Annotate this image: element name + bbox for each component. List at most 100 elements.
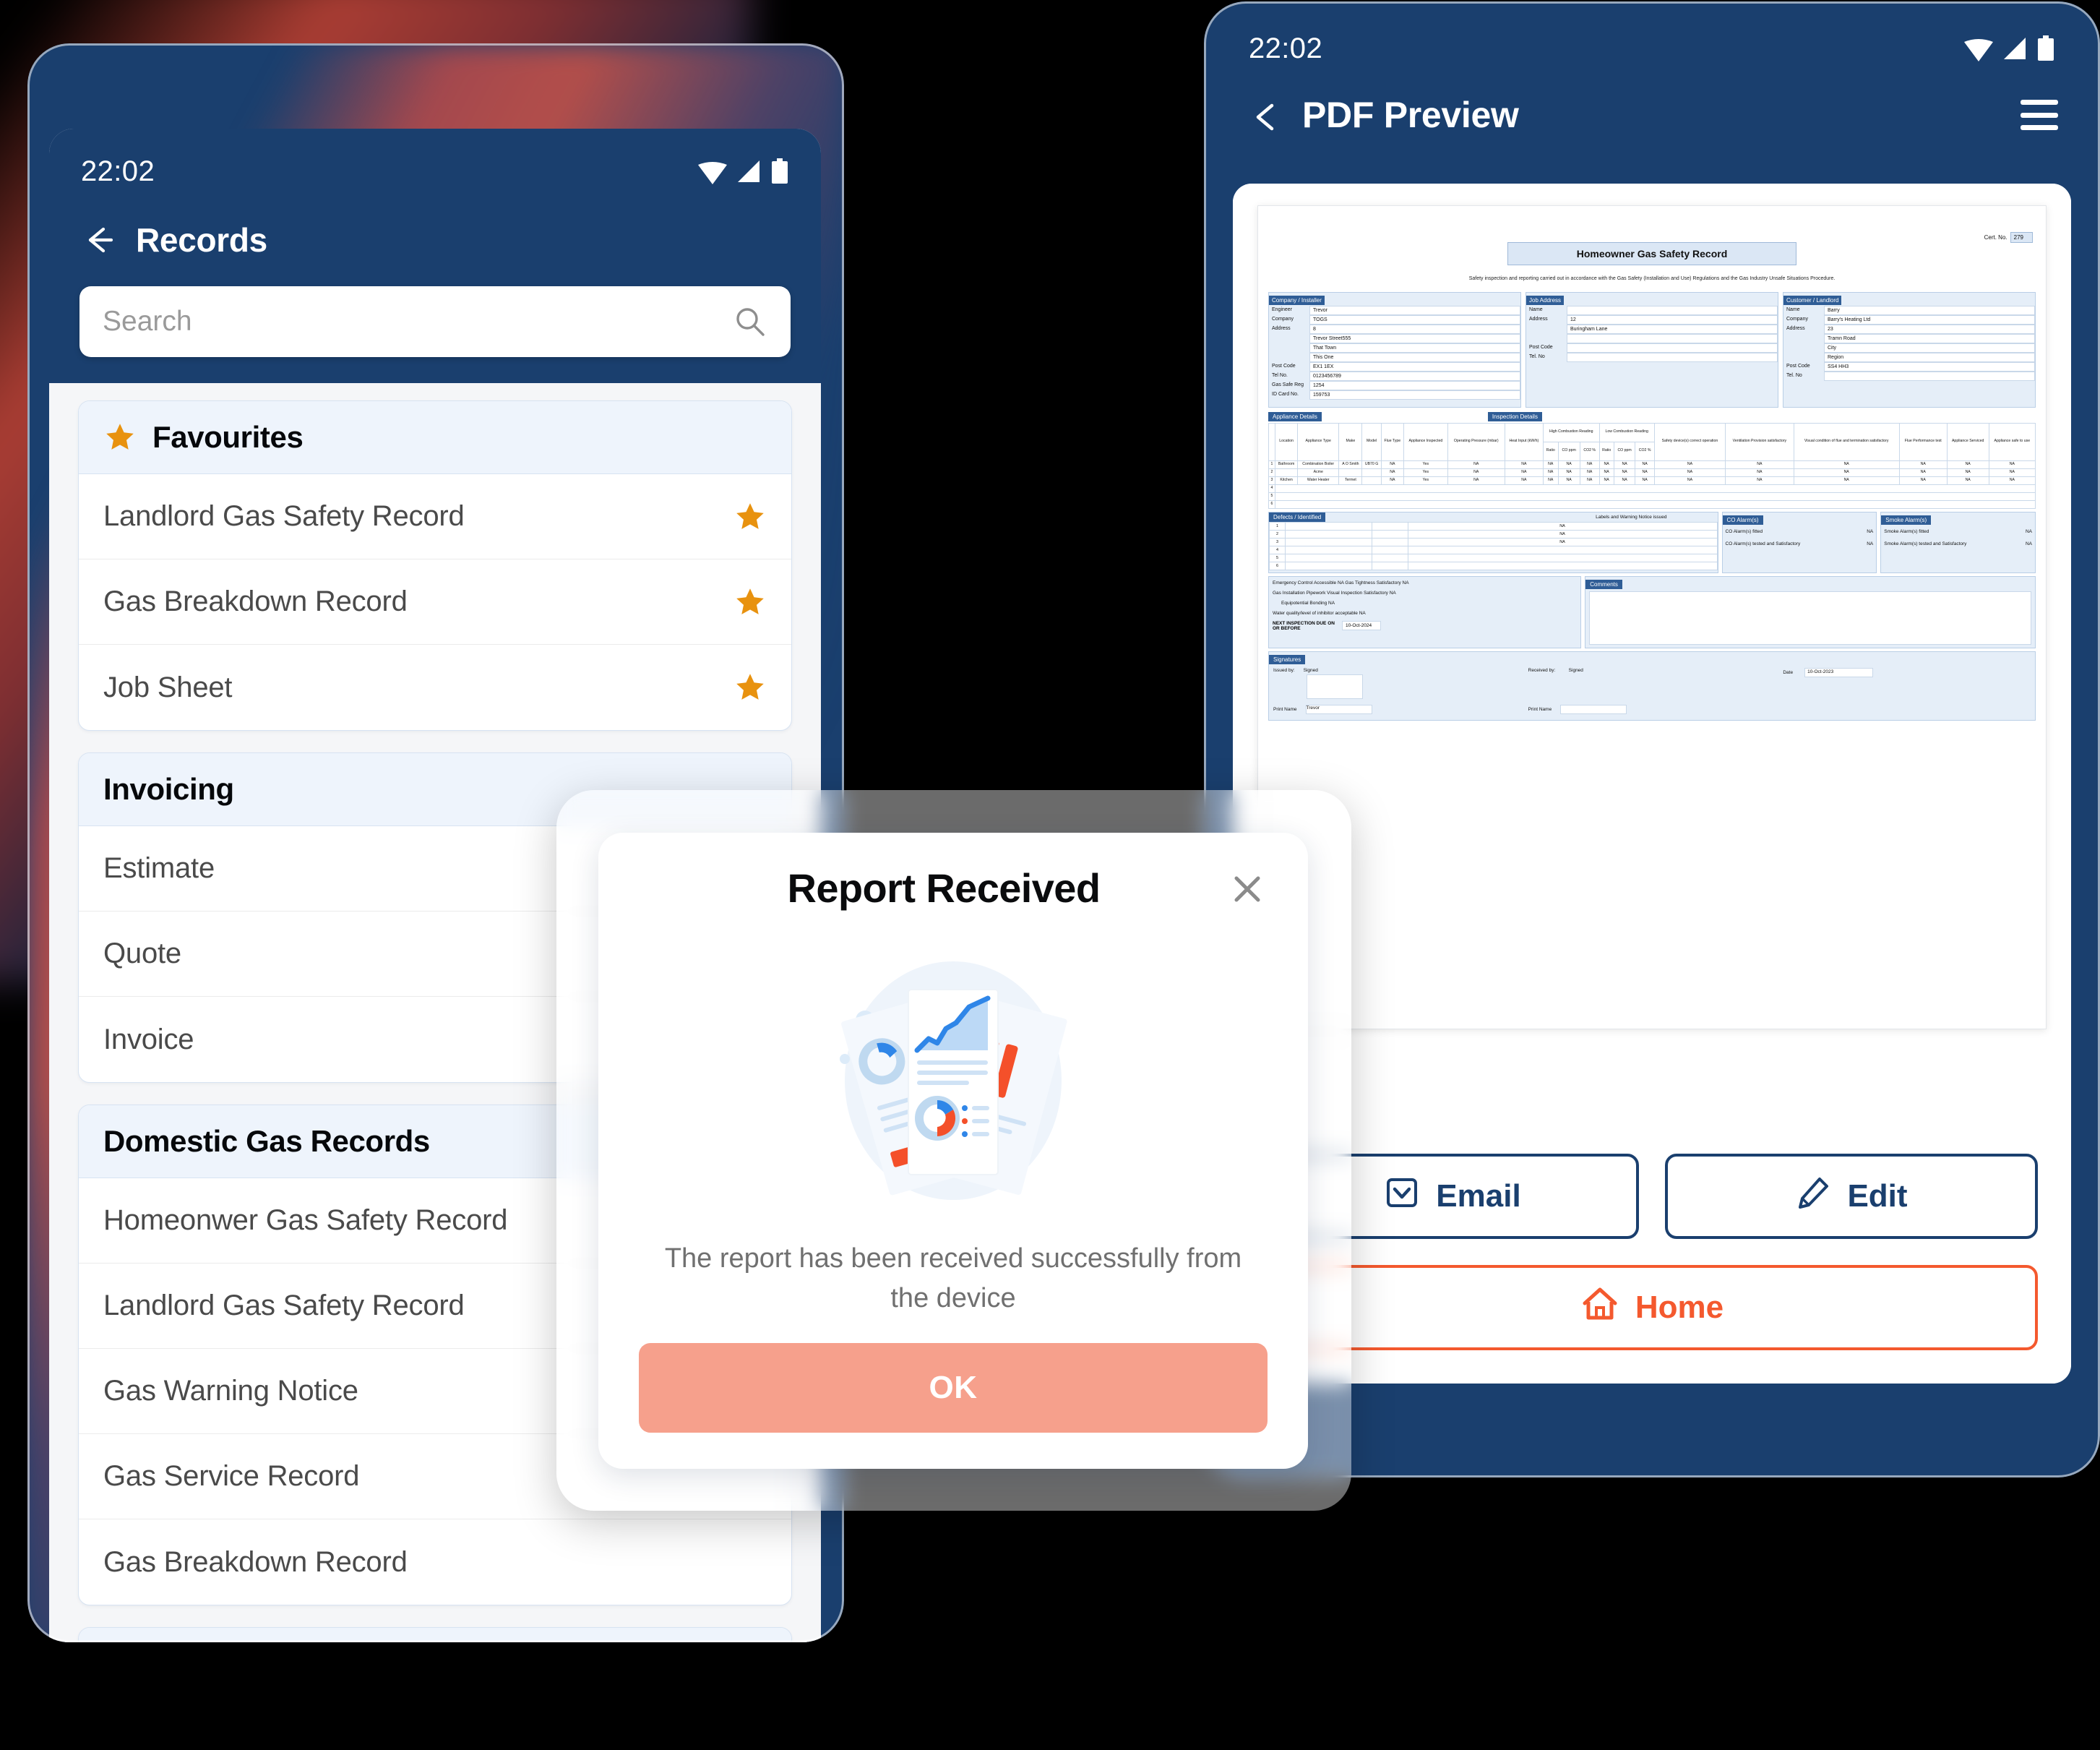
- received-signed-label: Signed: [1568, 667, 1583, 673]
- appliance-cell: NA: [1988, 476, 2036, 485]
- field-value: Buringham Lane: [1567, 324, 1778, 334]
- field-key: Company: [1786, 316, 1808, 322]
- field-value: [1567, 305, 1778, 315]
- col-ventilation: Ventilation Provision satisfactory: [1725, 422, 1794, 461]
- defect-cell: [1372, 553, 1408, 562]
- col-visual-condition: Visual condition of flue and termination…: [1793, 422, 1900, 461]
- pdf-defects-alarms-row: Defects / Identified Labels and Warning …: [1268, 511, 2036, 573]
- email-download-icon: [1384, 1175, 1420, 1219]
- row-empty: [1275, 499, 2036, 509]
- signal-icon: [735, 159, 761, 184]
- customer-landlord-header: Customer / Landlord: [1783, 295, 1842, 305]
- field-key: [1783, 334, 1824, 343]
- left-app-bar: 22:02 Records: [49, 129, 821, 383]
- received-signature-field[interactable]: [1562, 674, 1618, 699]
- defect-cell: [1285, 545, 1372, 554]
- hamburger-menu-icon[interactable]: [2021, 100, 2058, 130]
- subcol-ratio-low: Ratio: [1598, 441, 1614, 461]
- record-row[interactable]: Job Sheet: [79, 645, 791, 730]
- left-status-icons: [697, 158, 789, 184]
- check-line-4: Water quality/level of inhibitor accepta…: [1273, 610, 1366, 616]
- home-button[interactable]: Home: [1266, 1265, 2038, 1350]
- field-value: 8: [1309, 324, 1520, 334]
- row-index: 6: [1268, 499, 1275, 509]
- appliance-cell: NA: [1898, 468, 1948, 477]
- appliance-cell: Yes: [1403, 460, 1448, 469]
- appliance-cell: NA: [1793, 460, 1900, 469]
- col-location: Location: [1274, 422, 1299, 461]
- cert-no-block: Cert. No. 279: [1984, 232, 2033, 243]
- check-line-1: Emergency Control Accessible NA Gas Tigh…: [1273, 580, 1409, 586]
- defect-cell: 1: [1269, 521, 1286, 531]
- back-arrow-icon[interactable]: [1246, 96, 1283, 134]
- col-appliance-serviced: Appliance Serviced: [1946, 422, 1989, 461]
- appliance-cell: NA: [1504, 460, 1544, 469]
- issued-signed-label: Signed: [1303, 667, 1318, 673]
- group-header-favourites[interactable]: Favourites: [79, 401, 791, 474]
- appliance-cell: [1361, 468, 1382, 477]
- check-line-2: Gas Installation Pipework Visual Inspect…: [1273, 590, 1396, 596]
- dialog-header: Report Received: [639, 865, 1268, 922]
- defect-cell: NA: [1407, 537, 1718, 546]
- record-row[interactable]: Landlord Gas Safety Record: [79, 474, 791, 559]
- appliance-cell: NA: [1598, 468, 1614, 477]
- signatures-block: Signatures Issued by: Signed Print Name …: [1268, 651, 2036, 721]
- smoke-alarm-block: Smoke Alarm(s) Smoke Alarm(s) fitted NA S…: [1880, 511, 2036, 573]
- appliance-cell: [1274, 468, 1299, 477]
- smoke-alarm-fitted-label: Smoke Alarm(s) fitted: [1884, 528, 1929, 534]
- field-value: 1254: [1309, 380, 1520, 390]
- star-filled-icon[interactable]: [733, 500, 767, 533]
- defect-cell: [1372, 545, 1408, 554]
- field-value: EX1 1EX: [1309, 361, 1520, 372]
- appliance-cell: NA: [1504, 468, 1544, 477]
- star-filled-icon[interactable]: [733, 586, 767, 619]
- appliance-cell: NA: [1447, 476, 1505, 485]
- right-screen: Cert. No. 279 Homeowner Gas Safety Recor…: [1233, 184, 2071, 1384]
- defects-table: 1 NA 2 NA 3 NA 4 5 6: [1269, 521, 1718, 570]
- search-icon[interactable]: [733, 304, 767, 339]
- appliance-cell: NA: [1579, 476, 1600, 485]
- pdf-preview-area[interactable]: Cert. No. 279 Homeowner Gas Safety Recor…: [1233, 184, 2071, 1029]
- comments-field[interactable]: [1589, 591, 2031, 645]
- customer-landlord-fields: Name Barry Company Barry's Heating Ltd Add…: [1783, 305, 2035, 400]
- group-header-non-domestic-gas-records[interactable]: Non Domestic Gas Records: [79, 1628, 791, 1642]
- back-arrow-icon[interactable]: [79, 221, 117, 259]
- record-row[interactable]: Gas Breakdown Record: [79, 1519, 791, 1605]
- row-index: 4: [1268, 484, 1275, 493]
- appliance-cell: NA: [1635, 468, 1655, 477]
- record-row[interactable]: Gas Breakdown Record: [79, 559, 791, 645]
- defect-cell: 4: [1269, 545, 1286, 554]
- appliance-cell: NA: [1635, 476, 1655, 485]
- search-box[interactable]: [79, 286, 791, 357]
- subcol-ratio-high: Ratio: [1543, 441, 1559, 461]
- print-name-value-received[interactable]: [1560, 704, 1627, 714]
- signal-icon: [2001, 36, 2027, 61]
- appliance-cell: [1338, 468, 1363, 477]
- field-key: Tel. No: [1786, 372, 1802, 378]
- received-by-cell: Received by: Signed Print Name: [1528, 668, 1776, 714]
- record-row-label: Gas Warning Notice: [103, 1375, 358, 1407]
- check-line-3: Equipotential Bonding NA: [1281, 600, 1335, 606]
- field-value: This One: [1309, 352, 1520, 362]
- ok-button[interactable]: OK: [639, 1343, 1268, 1433]
- report-documents-illustration: [639, 922, 1268, 1239]
- star-filled-icon[interactable]: [733, 671, 767, 704]
- appliance-cell: 1: [1268, 460, 1275, 469]
- field-key: Post Code: [1529, 344, 1553, 350]
- search-input[interactable]: [103, 306, 733, 338]
- field-key: Engineer: [1272, 306, 1293, 312]
- col-appliance-safe: Appliance safe to use: [1988, 422, 2036, 461]
- edit-button[interactable]: Edit: [1665, 1154, 2038, 1239]
- record-row-label: Quote: [103, 938, 181, 969]
- appliance-cell: [1361, 476, 1382, 485]
- field-value: TOGS: [1309, 314, 1520, 325]
- inspection-details-header: Inspection Details: [1487, 411, 1542, 421]
- date-value[interactable]: 10-Oct-2023: [1804, 667, 1874, 677]
- co-alarm-fitted-value: NA: [1867, 528, 1874, 534]
- issued-signature-field[interactable]: [1307, 674, 1363, 699]
- print-name-value-issued[interactable]: Trevor: [1305, 704, 1372, 714]
- subcol-co2-low: CO2 %: [1635, 441, 1655, 461]
- appliance-cell: NA: [1380, 468, 1405, 477]
- close-icon[interactable]: [1227, 869, 1268, 909]
- defect-cell: [1285, 561, 1372, 570]
